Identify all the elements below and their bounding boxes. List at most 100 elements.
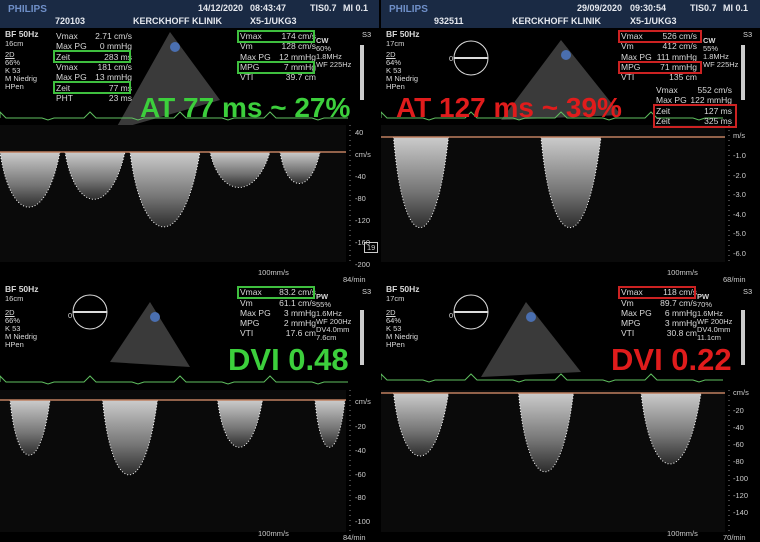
highlight-box (653, 104, 737, 128)
annotation-label: DVI 0.22 (611, 342, 732, 377)
scale-label: -4.0 (733, 210, 746, 219)
scale-label: -100 (733, 474, 749, 483)
bf: BF 50Hz (386, 284, 420, 294)
scale-label: -140 (733, 508, 749, 517)
meas-row: Vmax 181 cm/s (56, 62, 132, 72)
header-bar: PHILIPS 14/12/2020 08:43:47 TIS0.7 MI 0.… (0, 0, 379, 28)
annotation-label: AT 77 ms ~ 27% (140, 92, 351, 123)
angle-label: 0 (68, 311, 73, 320)
meas-row: Max PG 3 mmHg (240, 308, 316, 318)
scale-label: -20 (355, 422, 366, 431)
meas-row: Vm 61.1 cm/s (240, 298, 316, 308)
doppler-depth: 7.6cm (316, 333, 337, 342)
grayscale-bar (741, 310, 745, 365)
tis: TIS0.7 (690, 3, 717, 13)
doppler-gain: 70% (697, 300, 713, 309)
hpen: HPen (386, 82, 405, 91)
mi: MI 0.1 (343, 3, 369, 13)
sweep-speed: 100mm/s (667, 268, 698, 277)
scale-label: -20 (733, 406, 744, 415)
s3-label: S3 (362, 30, 372, 39)
brand-logo: PHILIPS (8, 4, 47, 15)
bf: BF 50Hz (386, 29, 420, 39)
meas-row: PHT 23 ms (56, 93, 132, 103)
probe-marker-icon (526, 312, 536, 322)
panel-bottom-left: BF 50Hz 16cm 2D 66% K 53 M Niedrig HPen … (0, 272, 379, 542)
grayscale-bar (360, 310, 364, 365)
scale-label: -120 (733, 491, 749, 500)
patient-id: 932511 (434, 16, 464, 26)
date: 14/12/2020 (198, 3, 244, 13)
probe: X5-1/UKG3 (630, 16, 677, 26)
probe-marker-icon (561, 50, 571, 60)
bf: BF 50Hz (5, 284, 39, 294)
panel-top-left: PHILIPS 14/12/2020 08:43:47 TIS0.7 MI 0.… (0, 0, 379, 270)
scale-label: -40 (733, 423, 744, 432)
heart-rate: 84/min (343, 275, 366, 284)
meas-row: MPG 3 mmHg (621, 318, 697, 328)
time: 08:43:47 (250, 3, 287, 13)
heart-rate: 84/min (343, 533, 366, 542)
depth: 17cm (386, 39, 405, 48)
meas-row: MPG 2 mmHg (240, 318, 316, 328)
scale-label: -5.0 (733, 229, 746, 238)
meas-row: Vmax 2.71 cm/s (56, 31, 132, 41)
scale-label: cm/s (733, 388, 749, 397)
highlight-box (618, 30, 702, 43)
annotation-label: DVI 0.48 (228, 342, 349, 377)
meas-row: Max PG 6 mmHg (621, 308, 697, 318)
doppler-wf: WF 225Hz (316, 60, 352, 69)
depth: 16cm (5, 39, 24, 48)
grayscale-bar (360, 45, 364, 100)
doppler-wf: WF 225Hz (703, 60, 739, 69)
highlight-box (237, 30, 315, 43)
clinic: KERCKHOFF KLINIK (512, 16, 601, 26)
depth: 17cm (386, 294, 405, 303)
tis: TIS0.7 (310, 3, 337, 13)
scale-label: -2.0 (733, 171, 746, 180)
hpen: HPen (5, 340, 24, 349)
heart-rate: 70/min (723, 533, 746, 542)
depth: 16cm (5, 294, 24, 303)
hpen: HPen (386, 340, 405, 349)
s3-label: S3 (362, 287, 372, 296)
hpen: HPen (5, 82, 24, 91)
scale-label: -120 (355, 216, 371, 225)
meas-row: Vmax 552 cm/s (656, 85, 732, 95)
meas-row: VTI 17.6 cm (240, 328, 316, 338)
scale-label: -3.0 (733, 190, 746, 199)
mi: MI 0.1 (723, 3, 749, 13)
doppler-gain: 55% (316, 300, 332, 309)
scale-label: -40 (355, 446, 366, 455)
scale-label: -80 (355, 194, 366, 203)
angle-label: 0 (449, 54, 454, 63)
meas-row: Vm 89.7 cm/s (621, 298, 697, 308)
scale-label: -6.0 (733, 249, 746, 258)
scale-label: m/s (733, 131, 746, 140)
sweep-speed: 100mm/s (258, 529, 289, 538)
scale-label: cm/s (355, 397, 371, 406)
brand-logo: PHILIPS (389, 4, 428, 15)
annotation-label: AT 127 ms ~ 39% (396, 92, 622, 123)
scale-label: -80 (355, 493, 366, 502)
sweep-speed: 100mm/s (667, 529, 698, 538)
echo-sector-image (110, 302, 190, 367)
probe-marker-icon (150, 312, 160, 322)
scale-label: -100 (355, 517, 371, 526)
scale-label: -80 (733, 457, 744, 466)
panel-top-right: PHILIPS 29/09/2020 09:30:54 TIS0.7 MI 0.… (381, 0, 760, 270)
scale-label: -40 (355, 172, 366, 181)
date: 29/09/2020 (577, 3, 623, 13)
scale-label: cm/s (355, 150, 371, 159)
scale-label: -1.0 (733, 151, 746, 160)
clinic: KERCKHOFF KLINIK (133, 16, 222, 26)
highlight-box (53, 50, 131, 63)
doppler-depth: 11.1cm (697, 333, 722, 342)
highlight-box (53, 81, 131, 94)
scale-label: 40 (355, 128, 364, 137)
heart-rate: 68/min (723, 275, 746, 284)
highlight-box (618, 286, 696, 299)
panel-bottom-right: BF 50Hz 17cm 2D 64% K 53 M Niedrig HPen … (381, 272, 760, 542)
scale-label: -60 (355, 470, 366, 479)
highlight-box (237, 286, 315, 299)
